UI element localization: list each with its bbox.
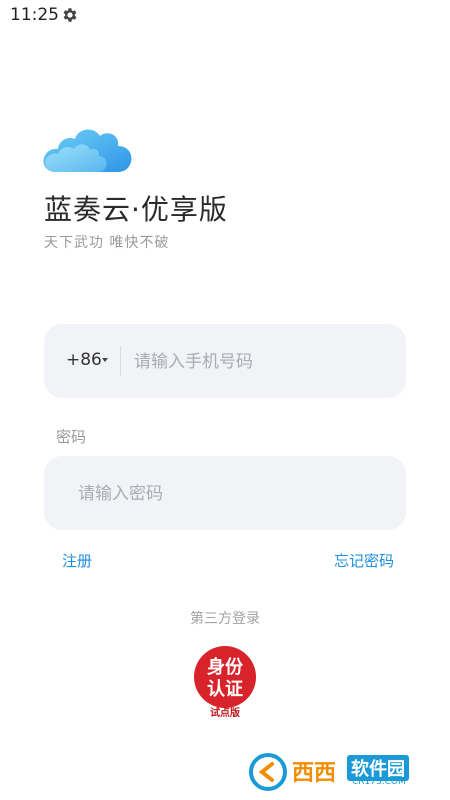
password-label: 密码 [56,428,87,446]
app-title: 蓝奏云·优享版 [44,193,228,226]
watermark-domain: CR173.COM [352,777,406,787]
watermark-circle-icon [249,753,287,791]
caret-down-icon[interactable] [102,358,108,362]
country-code-selector[interactable]: +86 [66,350,102,370]
register-link[interactable]: 注册 [62,550,92,571]
password-input[interactable] [76,478,380,510]
password-field [44,456,406,530]
gear-icon [61,6,79,24]
id-auth-sub-label: 试点版 [210,708,240,719]
phone-field: +86 [44,324,406,398]
id-auth-line1: 身份 [207,656,244,678]
app-slogan: 天下武功 唯快不破 [44,235,170,251]
forgot-password-link[interactable]: 忘记密码 [334,550,394,571]
cloud-icon [42,116,134,174]
field-divider [120,346,121,376]
id-auth-line2: 认证 [207,678,243,700]
status-time: 11:25 [10,5,59,25]
third-party-login-label: 第三方登录 [190,611,260,627]
watermark-text-cn: 西西 [292,761,337,786]
phone-input[interactable] [132,346,396,378]
watermark-logo: 西西 软件园 CR173.COM [248,752,430,792]
status-bar: 11:25 [0,0,450,32]
